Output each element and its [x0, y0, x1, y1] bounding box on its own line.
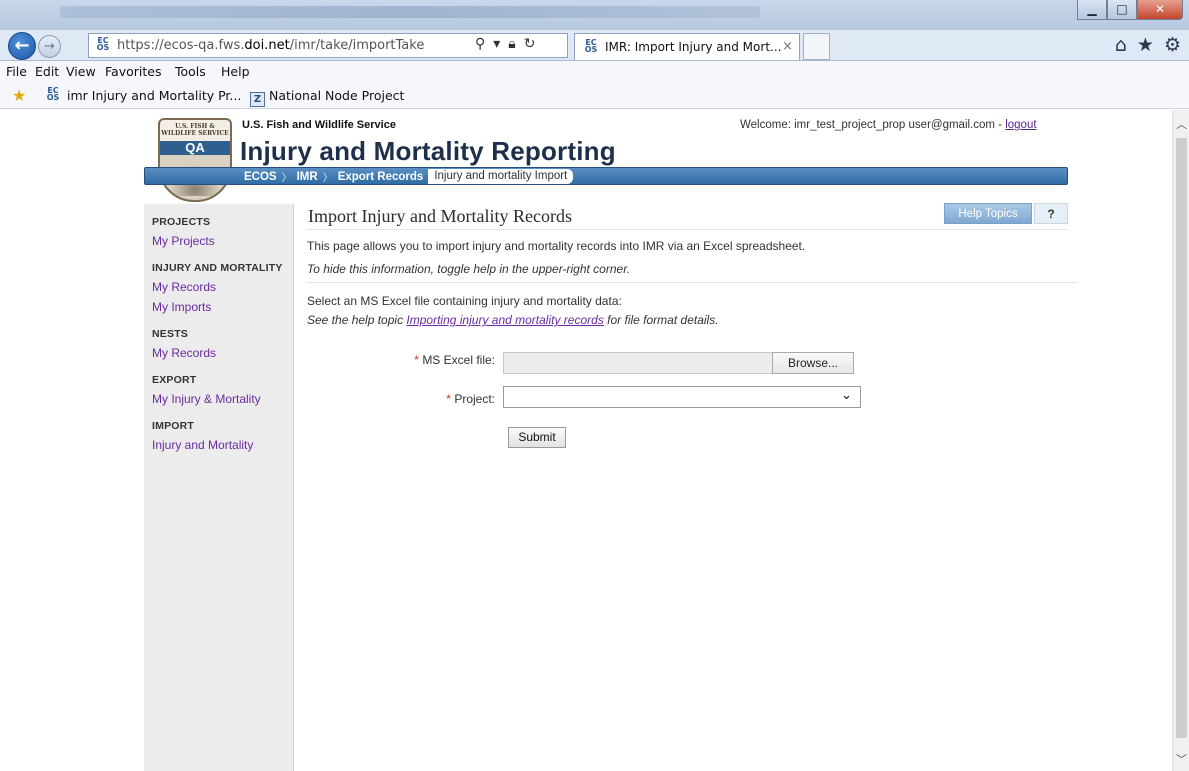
- sidebar-item-my-projects[interactable]: My Projects: [152, 234, 215, 248]
- maximize-button[interactable]: □: [1107, 0, 1137, 20]
- forward-button[interactable]: →: [38, 35, 61, 58]
- fws-seal-logo: U.S. FISH & WILDLIFE SERVICE QA: [158, 118, 232, 202]
- menu-help[interactable]: Help: [221, 64, 250, 79]
- help-topic-text: See the help topic Importing injury and …: [307, 313, 719, 327]
- settings-gear-icon[interactable]: ⚙: [1164, 34, 1181, 56]
- back-arrow-icon: ←: [14, 35, 30, 56]
- menu-file[interactable]: File: [6, 64, 27, 79]
- home-icon[interactable]: ⌂: [1115, 34, 1127, 56]
- sidebar-heading-export: EXPORT: [152, 374, 197, 386]
- sidebar-item-export-injury-mortality[interactable]: My Injury & Mortality: [152, 392, 261, 406]
- breadcrumb-separator-icon: 〉: [281, 173, 292, 184]
- tab-close-icon[interactable]: ×: [782, 39, 793, 54]
- sidebar-heading-import: IMPORT: [152, 420, 195, 432]
- sidebar-heading-nests: NESTS: [152, 328, 189, 340]
- submit-button[interactable]: Submit: [508, 427, 566, 448]
- ecos-tab-icon: EC OS: [584, 38, 598, 54]
- sidebar-item-my-imports[interactable]: My Imports: [152, 300, 211, 314]
- forward-arrow-icon: →: [44, 39, 55, 54]
- favorite-national-node[interactable]: Z National Node Project: [250, 88, 404, 107]
- breadcrumb-current: Injury and mortality Import: [428, 169, 574, 184]
- sidebar-item-nest-records[interactable]: My Records: [152, 346, 216, 360]
- menu-tools[interactable]: Tools: [175, 64, 206, 79]
- divider: [306, 229, 1068, 230]
- menu-bar: File Edit View Favorites Tools Help: [0, 61, 1189, 83]
- project-label: * Project:: [300, 392, 495, 406]
- excel-file-input[interactable]: [503, 352, 773, 374]
- breadcrumb-export-records[interactable]: Export Records: [335, 171, 427, 183]
- menu-favorites[interactable]: Favorites: [105, 64, 161, 79]
- address-bar[interactable]: EC OS https://ecos-qa.fws.doi.net/imr/tak…: [88, 33, 568, 58]
- ecos-favorite-icon: EC OS: [46, 86, 60, 102]
- browser-toolbar-icons: ⌂ ★ ⚙: [1115, 34, 1181, 56]
- sidebar-heading-injury-mortality: INJURY AND MORTALITY: [152, 262, 283, 274]
- url-text[interactable]: https://ecos-qa.fws.doi.net/imr/take/imp…: [117, 38, 424, 53]
- favorites-bar: ★ EC OS imr Injury and Mortality Pr... ZN…: [0, 83, 1189, 109]
- importing-help-link[interactable]: Importing injury and mortality records: [406, 313, 603, 327]
- qa-badge: QA: [185, 140, 205, 155]
- favorites-star-icon[interactable]: ★: [1137, 34, 1154, 56]
- favorite-label: imr Injury and Mortality Pr...: [67, 88, 242, 103]
- required-mark: *: [414, 353, 419, 367]
- breadcrumb: ECOS 〉 IMR 〉 Export Records Injury and m…: [144, 167, 1068, 185]
- scrollbar-thumb[interactable]: [1176, 138, 1187, 738]
- sidebar: PROJECTS My Projects INJURY AND MORTALIT…: [144, 204, 294, 771]
- scroll-down-icon[interactable]: ﹀: [1176, 751, 1187, 767]
- add-favorite-star-icon[interactable]: ★: [12, 86, 26, 105]
- chevron-down-icon: ⌄: [841, 388, 852, 403]
- address-bar-icons: ⚲ ▾ 🔒︎ ↻: [475, 36, 535, 52]
- vertical-scrollbar[interactable]: ︿ ﹀: [1172, 110, 1189, 771]
- select-instruction: Select an MS Excel file containing injur…: [307, 294, 622, 308]
- z-icon: Z: [250, 92, 265, 107]
- help-toggle-button[interactable]: ?: [1034, 203, 1068, 224]
- favorite-imr[interactable]: EC OS imr Injury and Mortality Pr...: [45, 86, 242, 104]
- agency-name: U.S. Fish and Wildlife Service: [242, 119, 396, 131]
- menu-view[interactable]: View: [66, 64, 96, 79]
- sidebar-item-my-records[interactable]: My Records: [152, 280, 216, 294]
- breadcrumb-ecos[interactable]: ECOS: [241, 171, 280, 183]
- required-mark: *: [446, 392, 451, 406]
- welcome-message: Welcome: imr_test_project_prop user@gmai…: [740, 119, 1037, 131]
- divider: [306, 282, 1078, 283]
- toggle-hint-text: To hide this information, toggle help in…: [307, 262, 631, 276]
- refresh-icon[interactable]: ↻: [524, 36, 536, 52]
- help-topic-suffix: for file format details.: [603, 313, 719, 327]
- page-content: U.S. FISH & WILDLIFE SERVICE QA U.S. Fis…: [0, 110, 1172, 771]
- window-title-text: [60, 6, 760, 18]
- back-button[interactable]: ←: [8, 32, 36, 60]
- breadcrumb-imr[interactable]: IMR: [294, 171, 321, 183]
- project-label-text: Project:: [454, 392, 495, 406]
- sidebar-heading-projects: PROJECTS: [152, 216, 211, 228]
- help-topics-button[interactable]: Help Topics: [944, 203, 1032, 224]
- logout-link[interactable]: logout: [1005, 119, 1036, 131]
- window-titlebar: ▁ □ ✕: [0, 0, 1189, 30]
- new-tab-button[interactable]: [803, 33, 830, 60]
- welcome-text: Welcome: imr_test_project_prop user@gmai…: [740, 119, 1002, 131]
- sidebar-item-import-injury-mortality[interactable]: Injury and Mortality: [152, 438, 253, 452]
- favorite-label: National Node Project: [269, 88, 405, 103]
- seal-text: U.S. FISH & WILDLIFE SERVICE: [161, 123, 229, 137]
- help-topic-prefix: See the help topic: [307, 313, 407, 327]
- minimize-button[interactable]: ▁: [1077, 0, 1107, 20]
- ecos-site-icon: EC OS: [96, 36, 110, 52]
- excel-file-label: * MS Excel file:: [300, 353, 495, 367]
- window-controls: ▁ □ ✕: [1077, 0, 1183, 20]
- close-window-button[interactable]: ✕: [1137, 0, 1183, 20]
- intro-text: This page allows you to import injury an…: [307, 239, 806, 253]
- excel-label-text: MS Excel file:: [422, 353, 495, 367]
- tab-title: IMR: Import Injury and Mort...: [605, 40, 782, 54]
- breadcrumb-separator-icon: 〉: [322, 173, 333, 184]
- project-select[interactable]: ⌄: [503, 386, 861, 408]
- browse-button[interactable]: Browse...: [772, 352, 854, 374]
- search-icon[interactable]: ⚲: [475, 36, 485, 52]
- dropdown-icon[interactable]: ▾: [493, 36, 500, 52]
- tab-active[interactable]: EC OS IMR: Import Injury and Mort... ×: [574, 33, 800, 60]
- menu-edit[interactable]: Edit: [35, 64, 59, 79]
- scroll-up-icon[interactable]: ︿: [1176, 116, 1187, 132]
- site-title: Injury and Mortality Reporting: [240, 136, 616, 166]
- browser-navbar: ← → EC OS https://ecos-qa.fws.doi.net/imr…: [0, 30, 1189, 61]
- page-title: Import Injury and Mortality Records: [308, 206, 572, 226]
- lock-icon[interactable]: 🔒︎: [508, 36, 515, 52]
